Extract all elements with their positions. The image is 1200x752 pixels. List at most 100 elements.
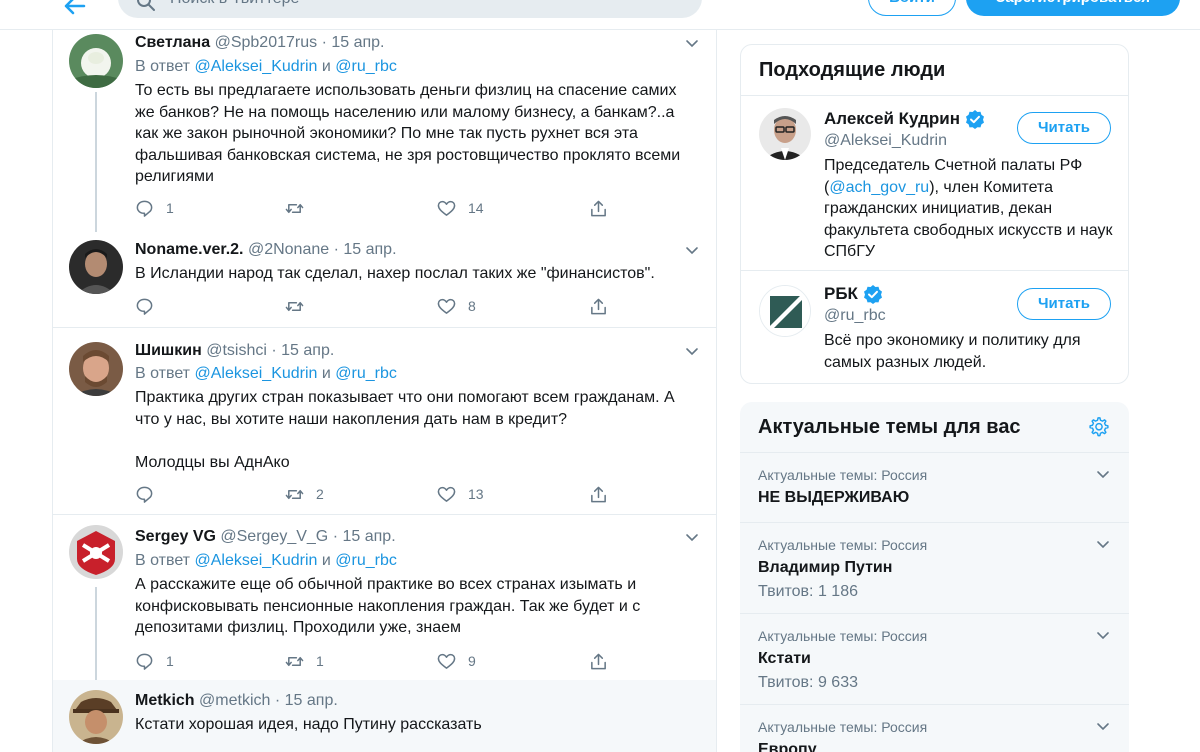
author-name[interactable]: Шишкин [135, 342, 202, 359]
back-arrow-icon[interactable] [60, 0, 90, 16]
retweet-button[interactable]: 2 [285, 484, 324, 504]
timeline: Светлана @Spb2017rus · 15 апр. В ответ @… [52, 30, 717, 752]
share-button[interactable] [589, 296, 608, 316]
reply-button[interactable]: 1 [135, 651, 174, 671]
share-button[interactable] [589, 198, 608, 218]
chevron-down-icon[interactable] [685, 344, 699, 358]
tweet[interactable]: Metkich @metkich · 15 апр. Кстати хороша… [53, 680, 716, 752]
person-handle[interactable]: @Aleksei_Kudrin [824, 130, 947, 152]
separator-dot: · [333, 241, 339, 258]
reply-icon [136, 653, 153, 670]
trend-name[interactable]: Владимир Путин [758, 557, 892, 579]
person-name[interactable]: Алексей Кудрин [824, 108, 960, 130]
avatar[interactable] [759, 108, 811, 160]
share-button[interactable] [589, 484, 608, 504]
reply-button[interactable]: 1 [135, 198, 174, 218]
login-button[interactable]: Войти [868, 0, 956, 16]
gear-icon[interactable] [1088, 416, 1110, 438]
tweet-text: То есть вы предлагаете использовать день… [135, 82, 681, 185]
tweet-time[interactable]: 15 апр. [331, 34, 384, 51]
mention-link[interactable]: @ru_rbc [335, 365, 397, 382]
tweet-time[interactable]: 15 апр. [281, 342, 334, 359]
like-button[interactable]: 14 [437, 198, 484, 218]
reply-button[interactable] [135, 484, 166, 504]
mention-link[interactable]: @Aleksei_Kudrin [194, 552, 317, 569]
mention-link[interactable]: @Aleksei_Kudrin [194, 365, 317, 382]
tweet-actions: 2 13 [135, 484, 635, 504]
bio-mention-link[interactable]: @ach_gov_ru [829, 179, 929, 196]
chevron-down-icon[interactable] [685, 530, 699, 544]
author-name[interactable]: Noname.ver.2. [135, 241, 244, 258]
follow-suggestion[interactable]: РБК @ru_rbc Читать Всё про экономику и п… [741, 270, 1128, 383]
trend-item[interactable]: Актуальные темы: Россия Кстати Твитов: 9… [740, 613, 1129, 704]
trend-item[interactable]: Актуальные темы: Россия НЕ ВЫДЕРЖИВАЮ [740, 452, 1129, 522]
author-handle[interactable]: @tsishci [206, 342, 267, 359]
chevron-down-icon[interactable] [685, 243, 699, 257]
reply-icon [136, 200, 153, 217]
follow-button[interactable]: Читать [1017, 112, 1111, 144]
trend-name[interactable]: Европу [758, 739, 817, 752]
chevron-down-icon[interactable] [1096, 719, 1110, 733]
reply-button[interactable] [135, 296, 166, 316]
avatar[interactable] [69, 34, 123, 88]
chevron-down-icon[interactable] [1096, 628, 1110, 642]
author-handle[interactable]: @2Nonane [248, 241, 329, 258]
trend-name[interactable]: НЕ ВЫДЕРЖИВАЮ [758, 487, 909, 509]
author-name[interactable]: Sergey VG [135, 528, 216, 545]
reply-context: В ответ @Aleksei_Kudrin и @ru_rbc [135, 550, 397, 572]
follow-button[interactable]: Читать [1017, 288, 1111, 320]
person-handle[interactable]: @ru_rbc [824, 305, 886, 327]
tweet[interactable]: Шишкин @tsishci · 15 апр. В ответ @Aleks… [53, 327, 716, 514]
mention-link[interactable]: @Aleksei_Kudrin [194, 58, 317, 75]
tweet-text: В Исландии народ так сделал, нахер посла… [135, 265, 655, 282]
chevron-down-icon[interactable] [1096, 467, 1110, 481]
search-icon [137, 0, 155, 11]
trends-card: Актуальные темы для вас Актуальные темы:… [740, 402, 1129, 752]
retweet-button[interactable]: 1 [285, 651, 324, 671]
person-name[interactable]: РБК [824, 283, 858, 305]
retweet-button[interactable] [285, 296, 316, 316]
avatar[interactable] [69, 525, 123, 579]
tweet-actions: 8 [135, 296, 635, 316]
share-button[interactable] [589, 651, 608, 671]
tweet[interactable]: Noname.ver.2. @2Nonane · 15 апр. В Ислан… [53, 230, 716, 327]
trend-name[interactable]: Кстати [758, 648, 811, 670]
tweet-time[interactable]: 15 апр. [285, 692, 338, 709]
trend-item[interactable]: Актуальные темы: Россия Владимир Путин Т… [740, 522, 1129, 613]
chevron-down-icon[interactable] [685, 36, 699, 50]
avatar[interactable] [759, 285, 811, 337]
who-to-follow-title: Подходящие люди [759, 59, 946, 81]
tweet[interactable]: Sergey VG @Sergey_V_G · 15 апр. В ответ … [53, 514, 716, 687]
tweet[interactable]: Светлана @Spb2017rus · 15 апр. В ответ @… [53, 30, 716, 232]
signup-button[interactable]: Зарегистрироваться [966, 0, 1180, 16]
heart-icon [437, 486, 456, 502]
avatar[interactable] [69, 690, 123, 744]
like-button[interactable]: 9 [437, 651, 476, 671]
like-button[interactable]: 8 [437, 296, 476, 316]
retweet-icon [285, 656, 304, 666]
author-handle[interactable]: @Sergey_V_G [220, 528, 328, 545]
author-handle[interactable]: @metkich [199, 692, 270, 709]
tweet-time[interactable]: 15 апр. [342, 528, 395, 545]
avatar[interactable] [69, 240, 123, 294]
share-icon [591, 486, 606, 502]
trend-item[interactable]: Актуальные темы: Россия Европу [740, 704, 1129, 752]
retweet-button[interactable] [285, 198, 316, 218]
verified-badge-icon [965, 110, 984, 129]
author-name[interactable]: Metkich [135, 692, 195, 709]
search-box[interactable] [118, 0, 702, 18]
like-button[interactable]: 13 [437, 484, 484, 504]
reply-prefix: В ответ [135, 365, 191, 382]
author-handle[interactable]: @Spb2017rus [215, 34, 318, 51]
avatar[interactable] [69, 342, 123, 396]
mention-link[interactable]: @ru_rbc [335, 552, 397, 569]
search-input[interactable] [170, 0, 670, 10]
chevron-down-icon[interactable] [1096, 537, 1110, 551]
tweet-time[interactable]: 15 апр. [343, 241, 396, 258]
follow-suggestion[interactable]: Алексей Кудрин @Aleksei_Kudrin Читать Пр… [741, 95, 1128, 270]
author-name[interactable]: Светлана [135, 34, 210, 51]
share-icon [591, 298, 606, 314]
person-bio: Всё про экономику и политику для самых р… [824, 332, 1081, 371]
reply-icon [136, 298, 153, 315]
mention-link[interactable]: @ru_rbc [335, 58, 397, 75]
